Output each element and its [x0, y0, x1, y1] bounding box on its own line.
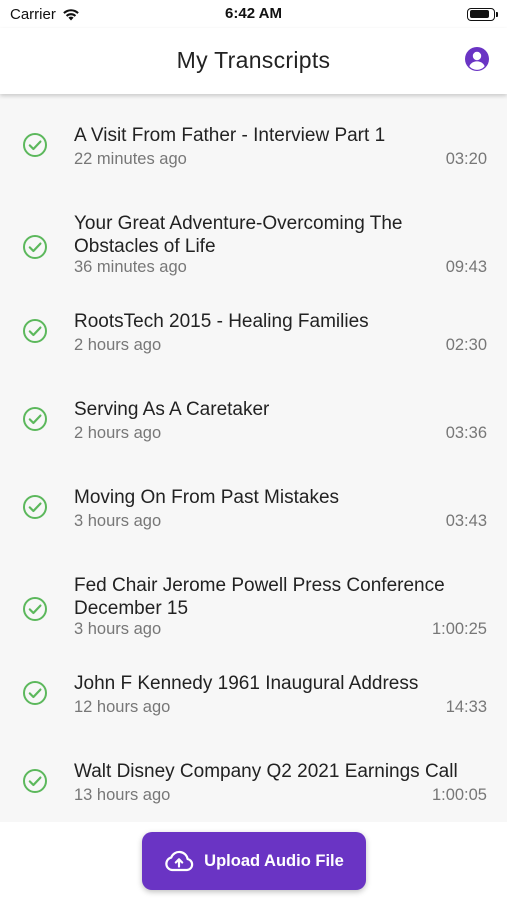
check-circle-icon [23, 495, 47, 519]
transcript-duration: 03:36 [445, 424, 487, 442]
transcript-duration: 03:43 [445, 512, 487, 530]
bottom-bar: Upload Audio File [0, 822, 507, 900]
transcript-time-ago: 22 minutes ago [74, 150, 187, 168]
transcript-row[interactable]: A Visit From Father - Interview Part 1 22… [0, 110, 507, 198]
transcript-duration: 02:30 [445, 336, 487, 354]
check-circle-icon [23, 235, 47, 259]
transcript-time-ago: 36 minutes ago [74, 258, 187, 276]
app-header: My Transcripts [0, 28, 507, 94]
transcript-time-ago: 3 hours ago [74, 620, 162, 638]
battery-level [469, 10, 490, 18]
transcript-row[interactable]: Moving On From Past Mistakes 3 hours ago 0… [0, 472, 507, 560]
transcript-title: RootsTech 2015 - Healing Families [74, 311, 369, 332]
transcript-duration: 14:33 [445, 698, 487, 716]
transcript-duration: 09:43 [445, 258, 487, 276]
check-circle-icon [23, 407, 47, 431]
transcript-list[interactable]: A Visit From Father - Interview Part 1 22… [0, 94, 507, 822]
cloud-upload-icon [165, 850, 194, 872]
transcript-title: Fed Chair Jerome Powell Press Conference… [74, 575, 445, 619]
transcript-duration: 1:00:25 [431, 620, 487, 638]
transcript-title: Serving As A Caretaker [74, 399, 270, 420]
check-circle-icon [23, 133, 47, 157]
app-screen: Carrier 6:42 AM My Transcripts A Visit F… [0, 0, 507, 900]
transcript-title: Walt Disney Company Q2 2021 Earnings Cal… [74, 761, 458, 782]
transcript-row[interactable]: Walt Disney Company Q2 2021 Earnings Cal… [0, 746, 507, 822]
check-circle-icon [23, 769, 47, 793]
transcript-time-ago: 2 hours ago [74, 424, 162, 442]
transcript-row[interactable]: Your Great Adventure-Overcoming The Obst… [0, 198, 507, 296]
clock: 6:42 AM [225, 5, 282, 22]
transcript-duration: 03:20 [445, 150, 487, 168]
upload-button-label: Upload Audio File [204, 851, 344, 870]
transcript-title: A Visit From Father - Interview Part 1 [74, 125, 386, 146]
transcript-duration: 1:00:05 [431, 786, 487, 804]
check-circle-icon [23, 597, 47, 621]
transcript-time-ago: 2 hours ago [74, 336, 162, 354]
transcript-title: Your Great Adventure-Overcoming The Obst… [74, 213, 403, 257]
battery-icon [467, 7, 498, 21]
transcript-time-ago: 13 hours ago [74, 786, 171, 804]
profile-button[interactable] [464, 46, 490, 72]
account-circle-icon [465, 47, 489, 71]
transcript-row[interactable]: Fed Chair Jerome Powell Press Conference… [0, 560, 507, 658]
transcript-row[interactable]: John F Kennedy 1961 Inaugural Address 12 … [0, 658, 507, 746]
transcript-time-ago: 3 hours ago [74, 512, 162, 530]
status-bar: Carrier 6:42 AM [0, 0, 507, 28]
upload-audio-button[interactable]: Upload Audio File [142, 832, 366, 890]
transcript-row[interactable]: Serving As A Caretaker 2 hours ago 03:36 [0, 384, 507, 472]
check-circle-icon [23, 319, 47, 343]
page-title: My Transcripts [176, 47, 331, 73]
transcript-title: John F Kennedy 1961 Inaugural Address [74, 673, 419, 694]
transcript-title: Moving On From Past Mistakes [74, 487, 340, 508]
check-circle-icon [23, 681, 47, 705]
transcript-time-ago: 12 hours ago [74, 698, 171, 716]
transcript-row[interactable]: RootsTech 2015 - Healing Families 2 hours… [0, 296, 507, 384]
